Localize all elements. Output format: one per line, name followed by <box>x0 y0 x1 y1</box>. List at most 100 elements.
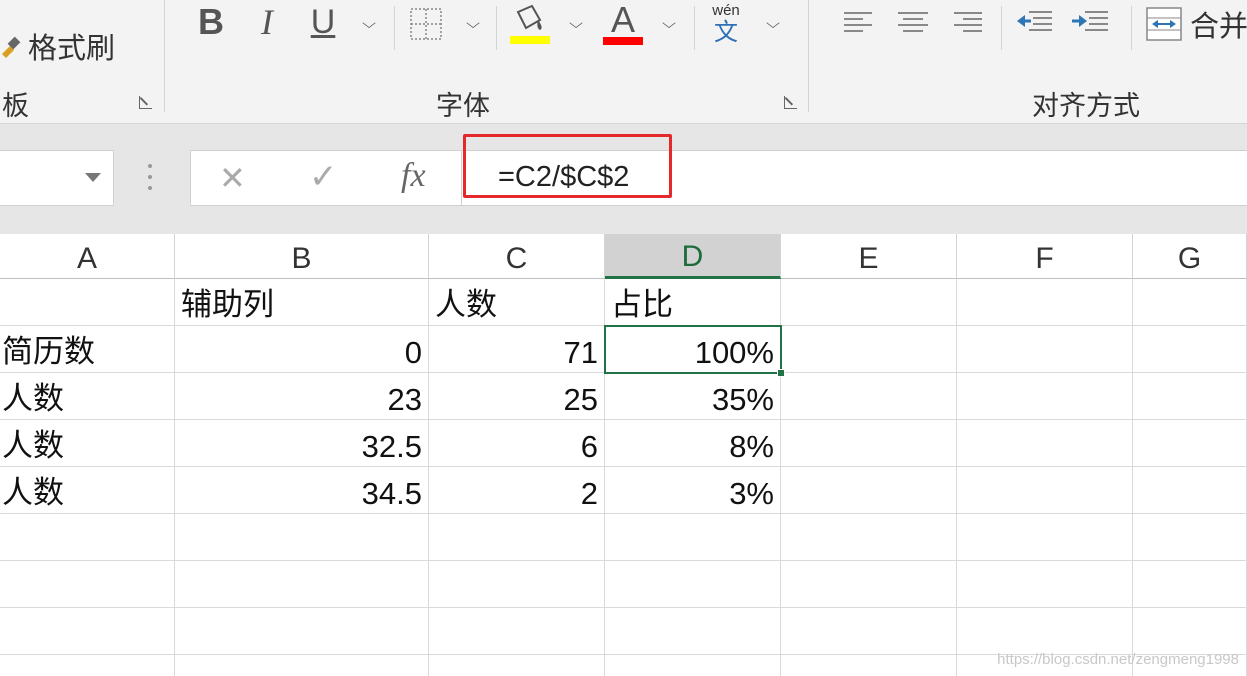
column-header-f[interactable]: F <box>957 234 1133 279</box>
fill-color-button[interactable] <box>508 2 552 46</box>
cell-a6[interactable] <box>0 514 175 561</box>
cell-g1[interactable] <box>1133 279 1247 326</box>
cell-g2[interactable] <box>1133 326 1247 373</box>
align-center-icon[interactable] <box>896 8 930 36</box>
cell-d4[interactable]: 8% <box>605 420 781 467</box>
cell-g6[interactable] <box>1133 514 1247 561</box>
font-color-swatch <box>603 37 643 45</box>
cell-f4[interactable] <box>957 420 1133 467</box>
column-header-e[interactable]: E <box>781 234 957 279</box>
cell-f1[interactable] <box>957 279 1133 326</box>
font-dialog-launcher[interactable] <box>782 94 800 112</box>
cell-e7[interactable] <box>781 561 957 608</box>
cell-g3[interactable] <box>1133 373 1247 420</box>
cell-b9[interactable] <box>175 655 429 676</box>
cell-g5[interactable] <box>1133 467 1247 514</box>
borders-icon[interactable] <box>408 6 444 42</box>
column-header-a[interactable]: A <box>0 234 175 279</box>
cell-d5[interactable]: 3% <box>605 467 781 514</box>
column-header-c[interactable]: C <box>429 234 605 279</box>
cell-c2[interactable]: 71 <box>429 326 605 373</box>
cell-b7[interactable] <box>175 561 429 608</box>
font-color-dropdown-chevron-icon[interactable]: ⌵ <box>657 12 680 36</box>
align-right-icon[interactable] <box>952 8 984 36</box>
column-header-b[interactable]: B <box>175 234 429 279</box>
insert-function-button[interactable]: fx <box>401 157 426 195</box>
cell-d1[interactable]: 占比 <box>605 279 781 326</box>
alignment-group-label: 对齐方式 <box>1032 91 1140 122</box>
cell-f2[interactable] <box>957 326 1133 373</box>
formula-bar-resize-handle-icon[interactable] <box>148 164 154 194</box>
cell-b3[interactable]: 23 <box>175 373 429 420</box>
cell-e1[interactable] <box>781 279 957 326</box>
decrease-indent-icon[interactable] <box>1014 8 1054 36</box>
underline-dropdown-chevron-icon[interactable]: ⌵ <box>357 12 380 36</box>
cell-e6[interactable] <box>781 514 957 561</box>
cell-b1[interactable]: 辅助列 <box>175 279 429 326</box>
fill-color-dropdown-chevron-icon[interactable]: ⌵ <box>564 12 587 36</box>
phonetic-guide-button[interactable]: wén 文 <box>706 2 746 46</box>
bold-button[interactable]: B <box>196 1 226 42</box>
cell-c3[interactable]: 25 <box>429 373 605 420</box>
cell-d8[interactable] <box>605 608 781 655</box>
cell-c7[interactable] <box>429 561 605 608</box>
underline-button[interactable]: U <box>308 2 338 42</box>
cell-c1[interactable]: 人数 <box>429 279 605 326</box>
cell-a3[interactable]: 人数 <box>0 373 175 420</box>
cell-e3[interactable] <box>781 373 957 420</box>
cell-d9[interactable] <box>605 655 781 676</box>
fill-handle[interactable] <box>777 369 785 377</box>
cell-e8[interactable] <box>781 608 957 655</box>
cell-f8[interactable] <box>957 608 1133 655</box>
cell-b6[interactable] <box>175 514 429 561</box>
italic-button[interactable]: I <box>254 2 280 42</box>
cell-e2[interactable] <box>781 326 957 373</box>
cell-c5[interactable]: 2 <box>429 467 605 514</box>
cell-f5[interactable] <box>957 467 1133 514</box>
phonetic-dropdown-chevron-icon[interactable]: ⌵ <box>761 12 784 36</box>
cell-a5[interactable]: 人数 <box>0 467 175 514</box>
cell-a8[interactable] <box>0 608 175 655</box>
clipboard-dialog-launcher[interactable] <box>137 94 155 112</box>
column-header-g[interactable]: G <box>1133 234 1247 279</box>
cell-a9[interactable] <box>0 655 175 676</box>
cell-g8[interactable] <box>1133 608 1247 655</box>
cell-b5[interactable]: 34.5 <box>175 467 429 514</box>
cell-d7[interactable] <box>605 561 781 608</box>
increase-indent-icon[interactable] <box>1070 8 1110 36</box>
cell-a2[interactable]: 简历数 <box>0 326 175 373</box>
font-color-button[interactable]: A <box>602 2 644 46</box>
merge-center-button[interactable]: 合并 <box>1146 2 1247 46</box>
cell-e9[interactable] <box>781 655 957 676</box>
paintbrush-icon <box>0 34 22 58</box>
borders-dropdown-chevron-icon[interactable]: ⌵ <box>461 12 484 36</box>
cell-f7[interactable] <box>957 561 1133 608</box>
column-header-d[interactable]: D <box>605 234 781 279</box>
align-left-icon[interactable] <box>842 8 874 36</box>
cell-g4[interactable] <box>1133 420 1247 467</box>
cell-a7[interactable] <box>0 561 175 608</box>
name-box-dropdown-icon[interactable] <box>85 173 101 182</box>
cell-b2[interactable]: 0 <box>175 326 429 373</box>
cell-f6[interactable] <box>957 514 1133 561</box>
format-painter-button[interactable]: 格式刷 <box>0 26 115 66</box>
cell-b8[interactable] <box>175 608 429 655</box>
name-box[interactable] <box>0 150 114 206</box>
cell-d3[interactable]: 35% <box>605 373 781 420</box>
paint-bucket-icon <box>510 4 550 44</box>
cell-d6[interactable] <box>605 514 781 561</box>
cell-a4[interactable]: 人数 <box>0 420 175 467</box>
cell-e4[interactable] <box>781 420 957 467</box>
cell-c6[interactable] <box>429 514 605 561</box>
cell-c4[interactable]: 6 <box>429 420 605 467</box>
cancel-icon[interactable]: ✕ <box>219 159 246 197</box>
cell-f3[interactable] <box>957 373 1133 420</box>
enter-icon[interactable]: ✓ <box>309 157 338 197</box>
cell-d2[interactable]: 100% <box>605 326 781 373</box>
cell-e5[interactable] <box>781 467 957 514</box>
cell-g7[interactable] <box>1133 561 1247 608</box>
cell-c9[interactable] <box>429 655 605 676</box>
cell-c8[interactable] <box>429 608 605 655</box>
cell-a1[interactable] <box>0 279 175 326</box>
cell-b4[interactable]: 32.5 <box>175 420 429 467</box>
